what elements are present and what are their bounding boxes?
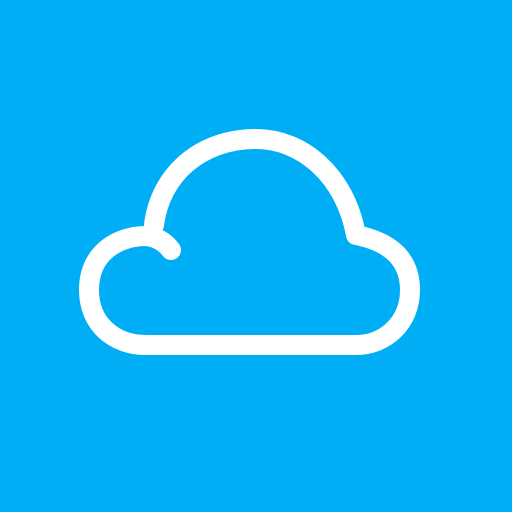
app-icon-tile bbox=[0, 0, 512, 512]
cloud-outline bbox=[79, 129, 420, 355]
cloud-icon bbox=[79, 129, 420, 355]
